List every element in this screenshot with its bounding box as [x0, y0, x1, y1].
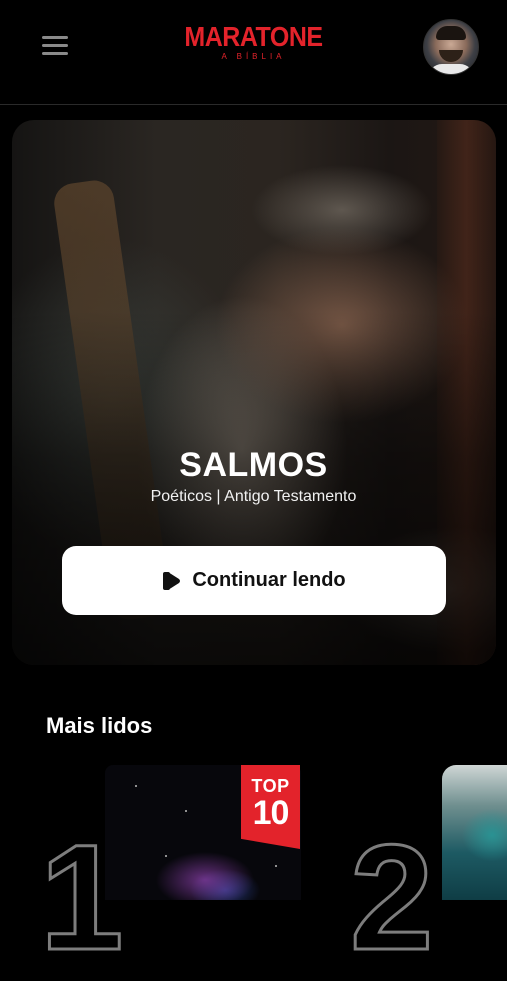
featured-subtitle: Poéticos | Antigo Testamento	[150, 488, 357, 505]
top-bar: MARATONE A BÍBLIA	[0, 0, 507, 105]
rank-number: 2	[348, 813, 434, 981]
badge-top-text: TOP	[251, 776, 290, 796]
section-title-most-read: Mais lidos	[46, 713, 153, 738]
user-avatar[interactable]	[423, 19, 479, 75]
top10-badge: TOP 10	[241, 765, 300, 849]
continue-reading-button[interactable]: Continuar lendo	[62, 546, 446, 615]
book-poster[interactable]	[442, 765, 507, 900]
continue-reading-label: Continuar lendo	[192, 569, 346, 591]
play-icon	[163, 571, 181, 590]
featured-title: SALMOS	[179, 446, 328, 484]
badge-number-text: 10	[252, 794, 290, 832]
